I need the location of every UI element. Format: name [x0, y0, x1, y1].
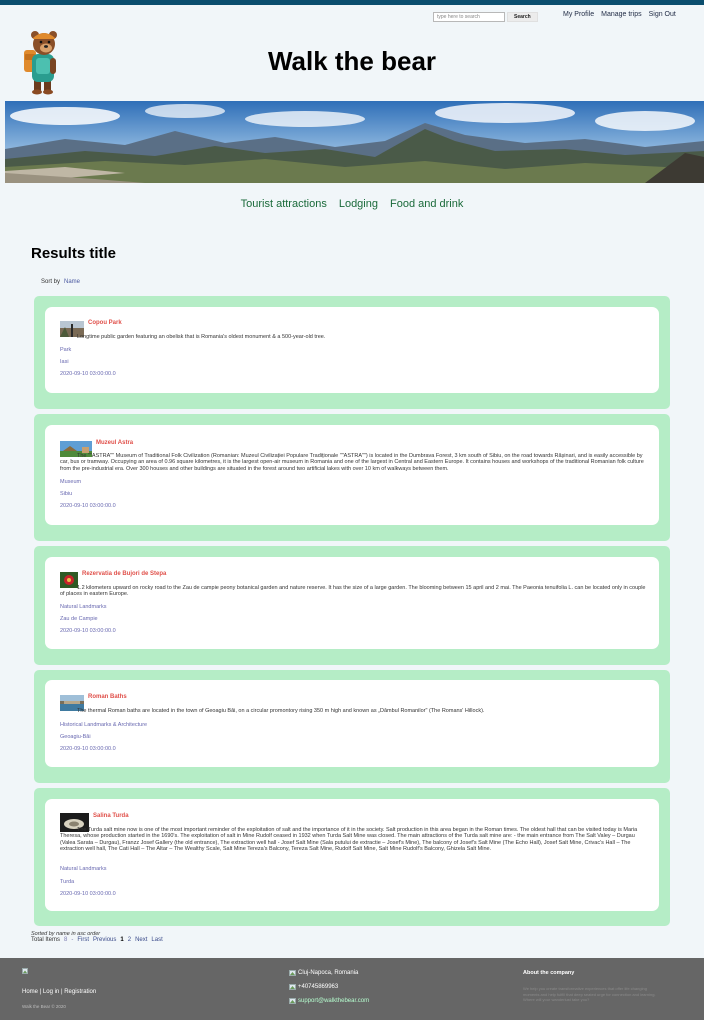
results-title: Results title	[31, 245, 117, 262]
result-title-link[interactable]: Roman Baths	[88, 694, 127, 700]
footer-login-link[interactable]: Log in	[43, 989, 59, 995]
result-city: Zau de Campie	[60, 616, 98, 622]
pager-next[interactable]: Next	[135, 937, 147, 943]
total-items-value: 8	[64, 937, 68, 943]
result-card-body: Muzeul Astra The ""ASTRA"" Museum of Tra…	[45, 425, 659, 525]
result-date: 2020-09-10 03:00:00.0	[60, 371, 116, 377]
footer-copyright: Walk the Bear © 2020	[22, 1004, 66, 1009]
result-date: 2020-09-10 03:00:00.0	[60, 628, 116, 634]
result-description: The thermal Roman baths are located in t…	[77, 708, 485, 714]
result-date: 2020-09-10 03:00:00.0	[60, 503, 116, 509]
footer-location: Cluj-Napoca, Romania	[289, 970, 358, 976]
result-date: 2020-09-10 03:00:00.0	[60, 891, 116, 897]
result-card: Muzeul Astra The ""ASTRA"" Museum of Tra…	[34, 414, 670, 541]
my-profile-link[interactable]: My Profile	[563, 11, 594, 18]
result-city: Sibiu	[60, 491, 73, 497]
broken-image-icon	[22, 968, 28, 974]
location-icon	[289, 970, 296, 976]
result-title-link[interactable]: Salina Turda	[93, 813, 129, 819]
result-title-link[interactable]: Muzeul Astra	[96, 440, 133, 446]
footer-about-title: About the company	[523, 970, 575, 976]
nav-lodging[interactable]: Lodging	[339, 198, 378, 210]
result-card: Roman Baths The thermal Roman baths are …	[34, 670, 670, 783]
result-card: Copou Park Longtime public garden featur…	[34, 296, 670, 409]
phone-icon	[289, 984, 296, 990]
result-card-body: Rezervatia de Bujori de Stepa 1.2 kilome…	[45, 557, 659, 649]
footer-registration-link[interactable]: Registration	[64, 989, 96, 995]
result-title-link[interactable]: Rezervatia de Bujori de Stepa	[82, 571, 166, 577]
mountain-banner	[5, 101, 704, 183]
footer-location-text: Cluj-Napoca, Romania	[298, 970, 359, 976]
result-card: Salina Turda The Turda salt mine now is …	[34, 788, 670, 926]
footer-home-link[interactable]: Home	[22, 989, 38, 995]
result-city: Turda	[60, 879, 75, 885]
result-description: 1.2 kilometers upward on rocky road to t…	[60, 585, 646, 598]
footer-about-text: We help you create transformative experi…	[523, 986, 656, 1002]
main-nav: Tourist attractions Lodging Food and dri…	[0, 198, 704, 210]
user-nav: My Profile Manage trips Sign Out	[563, 11, 676, 18]
result-category: Natural Landmarks	[60, 604, 107, 610]
pager-page[interactable]: 2	[128, 937, 131, 943]
search-input[interactable]	[433, 12, 505, 22]
sort-by-label: Sort by	[41, 279, 61, 285]
sort-by-name-link[interactable]: Name	[64, 279, 80, 285]
nav-food-and-drink[interactable]: Food and drink	[390, 198, 463, 210]
result-title-link[interactable]: Copou Park	[88, 320, 122, 326]
pager-previous[interactable]: Previous	[93, 937, 116, 943]
result-category: Museum	[60, 479, 82, 485]
nav-tourist-attractions[interactable]: Tourist attractions	[241, 198, 327, 210]
pager-page-current[interactable]: 1	[120, 937, 123, 943]
pager-first[interactable]: First	[77, 937, 89, 943]
result-city: Iasi	[60, 359, 69, 365]
search-button[interactable]: Search	[507, 12, 538, 22]
footer-phone: +40745869963	[289, 984, 338, 990]
result-card-body: Copou Park Longtime public garden featur…	[45, 307, 659, 393]
email-icon	[289, 998, 296, 1004]
site-title: Walk the bear	[267, 46, 437, 76]
result-description: Longtime public garden featuring an obel…	[77, 334, 326, 340]
top-accent-bar	[0, 0, 704, 5]
footer-links: Home | Log in | Registration	[22, 989, 96, 995]
result-card-body: Salina Turda The Turda salt mine now is …	[45, 799, 659, 911]
result-description: The ""ASTRA"" Museum of Traditional Folk…	[60, 453, 644, 472]
footer: Home | Log in | Registration Walk the Be…	[0, 958, 704, 1020]
footer-separator: |	[60, 989, 63, 995]
pagination: Total Items 8 - First Previous 1 2 Next …	[31, 937, 163, 943]
result-card-body: Roman Baths The thermal Roman baths are …	[45, 680, 659, 767]
result-category: Park	[60, 347, 72, 353]
result-category: Historical Landmarks & Architecture	[60, 722, 148, 728]
footer-phone-text: +40745869963	[298, 984, 339, 990]
total-items-label: Total Items	[31, 937, 61, 943]
sign-out-link[interactable]: Sign Out	[649, 11, 676, 18]
sort-by: Sort by Name	[41, 279, 80, 285]
footer-email: support@walkthebear.com	[289, 998, 369, 1004]
result-category: Natural Landmarks	[60, 866, 107, 872]
pager-last[interactable]: Last	[151, 937, 162, 943]
footer-email-link[interactable]: support@walkthebear.com	[298, 998, 369, 1004]
footer-separator: |	[39, 989, 42, 995]
result-date: 2020-09-10 03:00:00.0	[60, 746, 116, 752]
result-city: Geoagiu-Băi	[60, 734, 91, 740]
pager-separator: -	[71, 937, 74, 943]
search-bar: Search	[433, 12, 538, 22]
result-description: The Turda salt mine now is one of the mo…	[60, 827, 638, 853]
result-card: Rezervatia de Bujori de Stepa 1.2 kilome…	[34, 546, 670, 665]
manage-trips-link[interactable]: Manage trips	[601, 11, 641, 18]
